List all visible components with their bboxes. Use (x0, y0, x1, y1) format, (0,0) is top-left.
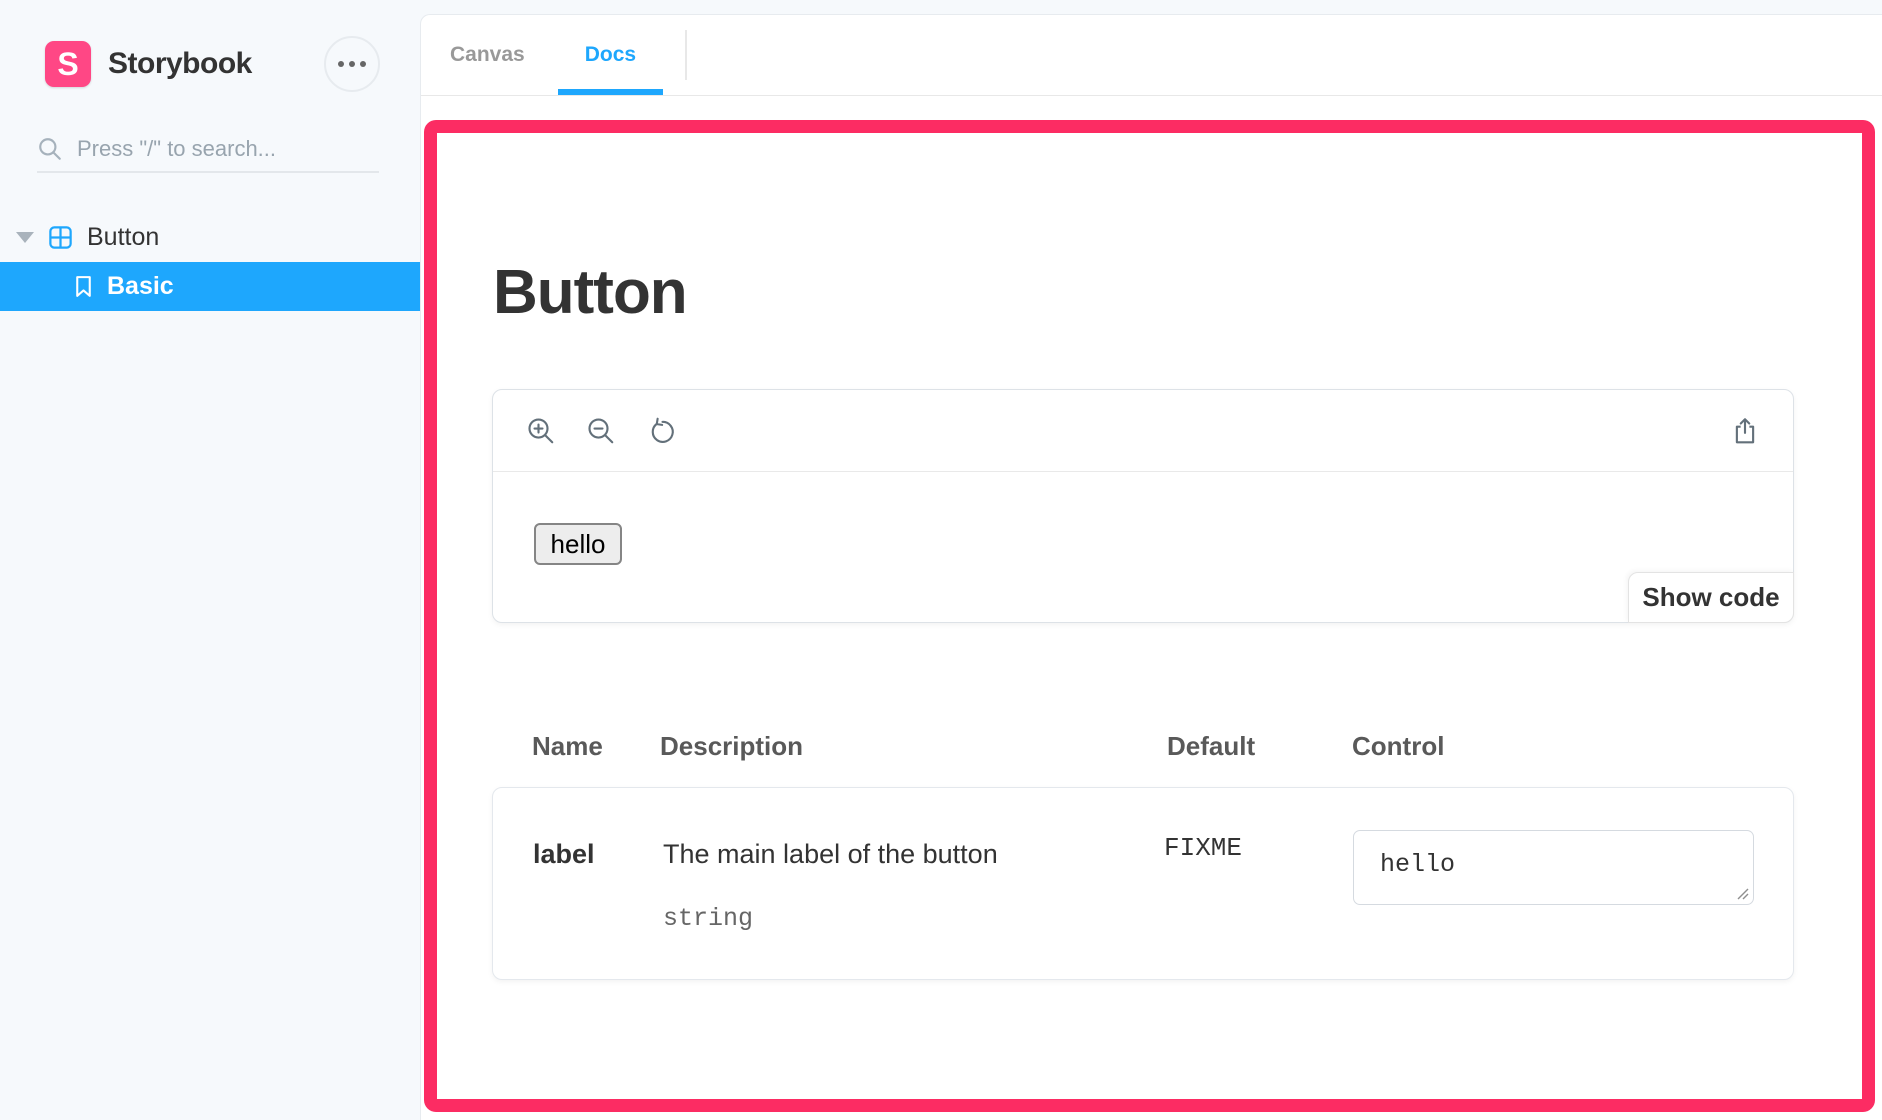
arg-type: string (663, 904, 753, 933)
sidebar-tree: Button Basic (0, 213, 420, 311)
tab-bar: Canvas Docs (421, 15, 1882, 96)
ellipsis-icon (349, 61, 355, 67)
sidebar: S Storybook Button Basic (0, 0, 420, 1120)
arg-name: label (533, 839, 595, 870)
ellipsis-icon (338, 61, 344, 67)
share-icon[interactable] (1730, 416, 1760, 446)
brand-title: Storybook (108, 47, 252, 81)
storybook-logo-icon: S (45, 41, 91, 87)
label-control-textarea[interactable]: hello (1353, 830, 1754, 905)
column-header-name: Name (532, 731, 603, 762)
zoom-in-icon[interactable] (526, 416, 556, 446)
column-header-control: Control (1352, 731, 1444, 762)
brand: S Storybook (45, 38, 252, 90)
story-hello-button[interactable]: hello (534, 523, 622, 565)
zoom-reset-icon[interactable] (646, 416, 676, 446)
sidebar-item-label: Basic (107, 272, 174, 301)
tabbar-divider (685, 30, 687, 80)
chevron-down-icon[interactable] (16, 232, 34, 243)
sidebar-menu-button[interactable] (324, 36, 380, 92)
main-panel: Canvas Docs Button (420, 14, 1882, 1120)
sidebar-item-button-group[interactable]: Button (0, 213, 420, 262)
search-field[interactable] (37, 127, 379, 173)
search-input[interactable] (77, 136, 357, 162)
sidebar-item-basic-story[interactable]: Basic (0, 262, 420, 311)
show-code-button[interactable]: Show code (1628, 572, 1794, 623)
zoom-out-icon[interactable] (586, 416, 616, 446)
column-header-description: Description (660, 731, 803, 762)
arg-default: FIXME (1164, 833, 1242, 863)
tab-canvas[interactable]: Canvas (433, 15, 542, 95)
page-title: Button (493, 257, 687, 328)
search-icon (37, 136, 63, 162)
bookmark-icon (71, 274, 96, 299)
sidebar-item-label: Button (87, 223, 159, 252)
story-preview-panel: hello Show code (492, 389, 1794, 623)
arg-control: hello (1353, 830, 1754, 905)
component-grid-icon (47, 224, 74, 251)
args-table-header: Name Description Default Control (421, 731, 1882, 763)
table-row: label The main label of the button strin… (492, 787, 1794, 980)
column-header-default: Default (1167, 731, 1255, 762)
preview-toolbar (493, 390, 1793, 472)
preview-canvas: hello (493, 472, 1793, 622)
arg-description: The main label of the button (663, 839, 998, 870)
ellipsis-icon (360, 61, 366, 67)
tab-docs[interactable]: Docs (568, 15, 653, 95)
